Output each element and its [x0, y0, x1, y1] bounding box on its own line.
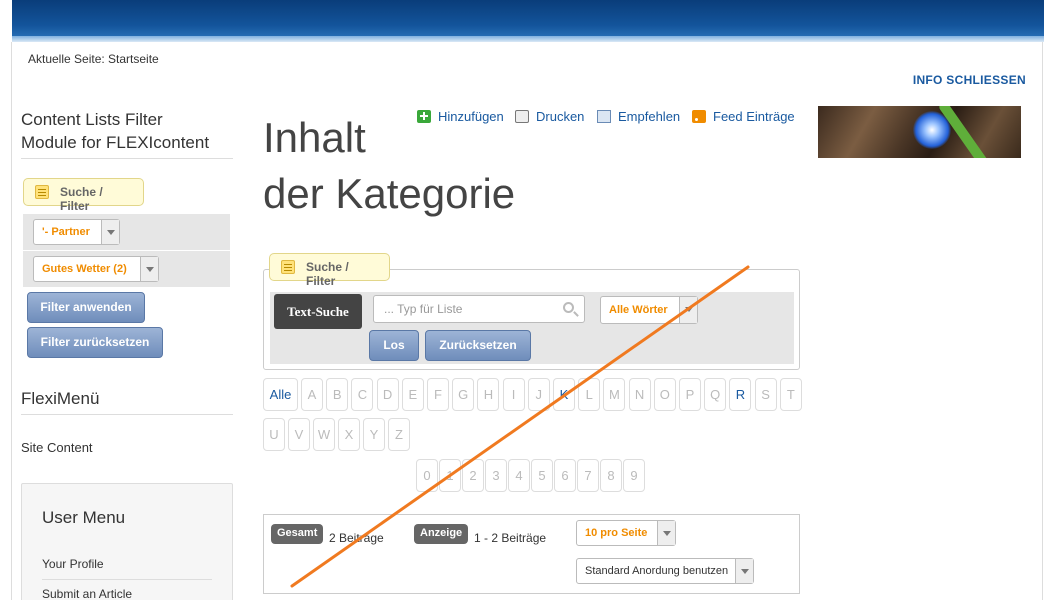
alpha-letter-n[interactable]: N: [628, 378, 651, 411]
feed-link[interactable]: Feed Einträge: [713, 109, 795, 124]
filter-module-title-line2: Module for FLEXIcontent: [21, 133, 210, 152]
add-icon[interactable]: [417, 110, 431, 123]
reset-button[interactable]: Zurücksetzen: [425, 330, 531, 361]
alpha-digit-6[interactable]: 6: [554, 459, 576, 492]
per-page-select[interactable]: 10 pro Seite: [576, 520, 676, 546]
alpha-digit-8[interactable]: 8: [600, 459, 622, 492]
menu-item-your-profile[interactable]: Your Profile: [42, 557, 104, 571]
page-title-line2: der Kategorie: [263, 170, 516, 217]
text-search-label: Text-Suche: [274, 294, 362, 329]
category-image: [818, 106, 1021, 158]
alpha-letter-i[interactable]: I: [502, 378, 525, 411]
note-icon: [281, 260, 295, 274]
flower: [913, 111, 951, 149]
alpha-digit-5[interactable]: 5: [531, 459, 553, 492]
alpha-letter-j[interactable]: J: [527, 378, 550, 411]
note-icon: [35, 185, 49, 199]
go-button[interactable]: Los: [369, 330, 419, 361]
chevron-down-icon: [101, 220, 119, 244]
alpha-letter-w[interactable]: W: [313, 418, 335, 451]
print-link[interactable]: Drucken: [536, 109, 584, 124]
breadcrumb: Aktuelle Seite: Startseite: [28, 52, 159, 66]
alpha-letter-r[interactable]: R: [729, 378, 752, 411]
menu-item-site-content[interactable]: Site Content: [21, 440, 93, 455]
divider: [21, 158, 233, 159]
rss-icon[interactable]: [692, 110, 706, 123]
chevron-down-icon: [735, 559, 753, 583]
main-filter-tab[interactable]: Suche / Filter: [269, 253, 390, 288]
alpha-digit-1[interactable]: 1: [439, 459, 461, 492]
alpha-letter-u[interactable]: U: [263, 418, 285, 451]
email-icon[interactable]: [597, 110, 611, 123]
alpha-all[interactable]: Alle: [263, 378, 298, 411]
header-banner: [0, 0, 1052, 42]
search-input[interactable]: ... Typ für Liste: [373, 295, 585, 323]
alpha-letter-o[interactable]: O: [653, 378, 676, 411]
printer-icon[interactable]: [515, 110, 529, 123]
total-count: 2 Beiträge: [329, 531, 384, 545]
search-icon: [563, 302, 574, 313]
weather-select[interactable]: Gutes Wetter (2): [33, 256, 159, 282]
alpha-digit-4[interactable]: 4: [508, 459, 530, 492]
alpha-letter-g[interactable]: G: [452, 378, 475, 411]
apply-filter-button[interactable]: Filter anwenden: [27, 292, 145, 323]
alpha-letter-k[interactable]: K: [553, 378, 575, 411]
divider: [21, 414, 233, 415]
alpha-digit-2[interactable]: 2: [462, 459, 484, 492]
words-select-value: Alle Wörter: [609, 304, 668, 316]
reset-filter-button[interactable]: Filter zurücksetzen: [27, 327, 163, 358]
alpha-digit-7[interactable]: 7: [577, 459, 599, 492]
flexi-menu-title: FlexiMenü: [21, 389, 100, 408]
alpha-letter-y[interactable]: Y: [363, 418, 385, 451]
divider: [42, 579, 212, 580]
alpha-digit-3[interactable]: 3: [485, 459, 507, 492]
words-select[interactable]: Alle Wörter: [600, 296, 698, 324]
sidebar-filter-tab[interactable]: Suche / Filter: [23, 178, 144, 213]
alpha-letter-x[interactable]: X: [338, 418, 360, 451]
alpha-letter-h[interactable]: H: [477, 378, 500, 411]
alpha-letter-c[interactable]: C: [351, 378, 374, 411]
search-input-placeholder: ... Typ für Liste: [384, 302, 463, 316]
add-link[interactable]: Hinzufügen: [438, 109, 504, 124]
alpha-letter-d[interactable]: D: [376, 378, 399, 411]
alpha-digit-9[interactable]: 9: [623, 459, 645, 492]
chevron-down-icon: [679, 297, 697, 323]
filter-module-title-line1: Content Lists Filter: [21, 110, 163, 129]
alpha-letter-l[interactable]: L: [578, 378, 601, 411]
alpha-letter-m[interactable]: M: [603, 378, 626, 411]
alpha-letter-v[interactable]: V: [288, 418, 310, 451]
user-menu-title: User Menu: [42, 508, 126, 527]
alpha-letter-z[interactable]: Z: [388, 418, 410, 451]
alpha-letter-q[interactable]: Q: [704, 378, 727, 411]
chevron-down-icon: [140, 257, 158, 281]
display-badge: Anzeige: [414, 524, 469, 544]
banner-edge: [0, 0, 12, 42]
alpha-letter-t[interactable]: T: [779, 378, 802, 411]
order-select-value: Standard Anordung benutzen: [585, 565, 729, 577]
recommend-link[interactable]: Empfehlen: [618, 109, 680, 124]
alpha-letter-f[interactable]: F: [427, 378, 449, 411]
page-title: Inhalt der Kategorie: [263, 110, 515, 222]
per-page-select-value: 10 pro Seite: [585, 527, 648, 539]
alpha-letter-b[interactable]: B: [326, 378, 349, 411]
weather-select-value: Gutes Wetter (2): [42, 263, 127, 275]
alpha-letter-p[interactable]: P: [679, 378, 701, 411]
display-range: 1 - 2 Beiträge: [474, 531, 547, 545]
total-badge: Gesamt: [271, 524, 324, 544]
order-select[interactable]: Standard Anordung benutzen: [576, 558, 754, 584]
alpha-letter-e[interactable]: E: [401, 378, 424, 411]
partner-select[interactable]: '- Partner: [33, 219, 120, 245]
alpha-digit-0[interactable]: 0: [416, 459, 438, 492]
menu-item-submit-article[interactable]: Submit an Article: [42, 587, 132, 600]
partner-select-value: '- Partner: [42, 226, 90, 238]
banner-edge: [1044, 0, 1052, 42]
alpha-letter-a[interactable]: A: [301, 378, 323, 411]
info-close-link[interactable]: INFO SCHLIESSEN: [913, 73, 1026, 87]
alpha-letter-s[interactable]: S: [754, 378, 777, 411]
chevron-down-icon: [657, 521, 675, 545]
user-menu: [21, 483, 233, 600]
